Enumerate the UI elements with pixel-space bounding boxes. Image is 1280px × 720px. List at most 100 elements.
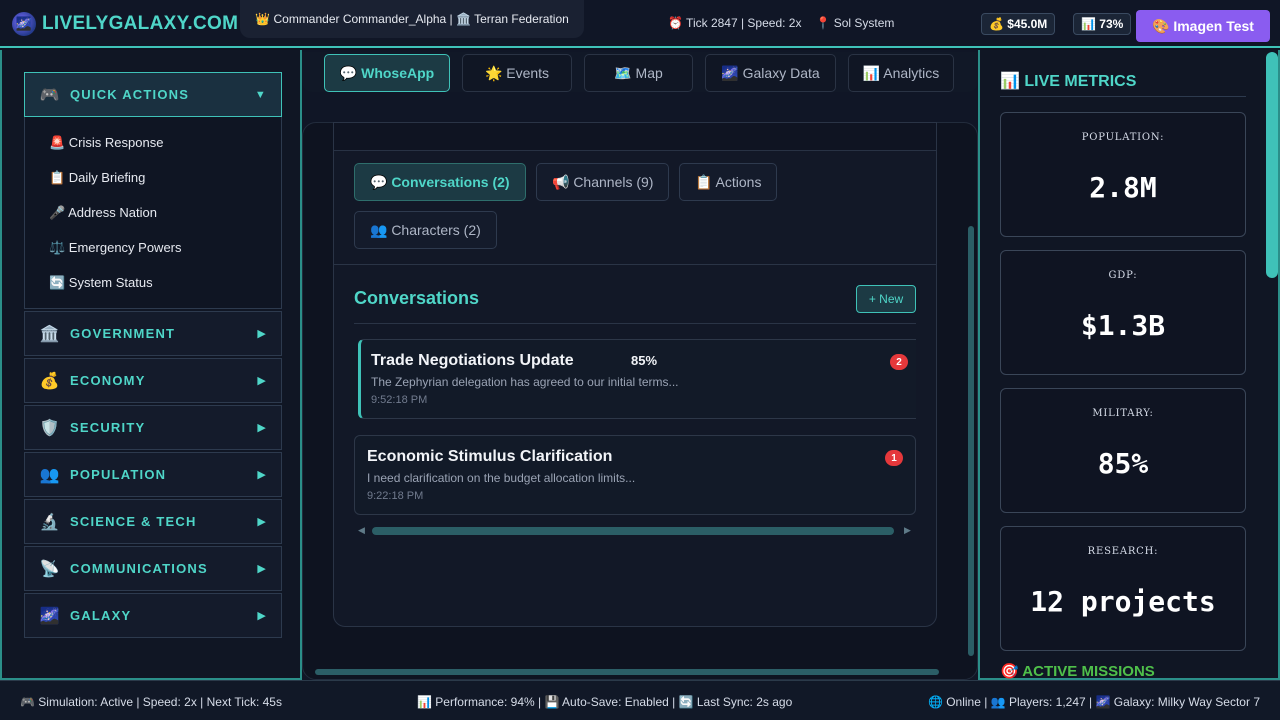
tab-channels[interactable]: 📢 Channels (9) xyxy=(536,163,670,201)
sidebar-section-security[interactable]: 🛡️ SECURITY ▶ xyxy=(24,405,282,450)
sidebar-section-government[interactable]: 🏛️ GOVERNMENT ▶ xyxy=(24,311,282,356)
section-label: QUICK ACTIONS xyxy=(70,87,190,102)
conversation-preview: I need clarification on the budget alloc… xyxy=(367,471,636,485)
microscope-icon: 🔬 xyxy=(39,513,61,531)
quick-action-daily-briefing[interactable]: 📋 Daily Briefing xyxy=(49,170,145,186)
quick-actions-menu: 🚨 Crisis Response 📋 Daily Briefing 🎤 Add… xyxy=(24,117,282,309)
conversation-time: 9:22:18 PM xyxy=(367,490,424,502)
chevron-right-icon: ▶ xyxy=(257,328,267,340)
metric-value: 12 projects xyxy=(1030,585,1216,618)
conversations-heading: Conversations xyxy=(354,288,480,308)
whoseapp-window: 💬 Conversations (2) 📢 Channels (9) 📋 Act… xyxy=(333,122,937,627)
quick-action-crisis-response[interactable]: 🚨 Crisis Response xyxy=(49,135,163,151)
metric-value: $1.3B xyxy=(1080,309,1166,342)
metric-label: POPULATION: xyxy=(1081,132,1165,143)
metric-card-gdp: GDP: $1.3B xyxy=(1000,250,1246,375)
tab-map[interactable]: 🗺️ Map xyxy=(584,54,693,92)
sidebar-section-population[interactable]: 👥 POPULATION ▶ xyxy=(24,452,282,497)
nav-tabs: 💬 WhoseApp 🌟 Events 🗺️ Map 🌌 Galaxy Data… xyxy=(302,52,978,92)
metric-label: GDP: xyxy=(1108,270,1138,281)
galaxy-logo-icon: 🌌 xyxy=(12,12,36,36)
government-icon: 🏛️ xyxy=(39,325,61,343)
main-content: 💬 WhoseApp 🌟 Events 🗺️ Map 🌌 Galaxy Data… xyxy=(302,50,978,680)
conversation-overlay-percent: 85% xyxy=(631,353,658,368)
performance-chip: 📊 73% xyxy=(1073,13,1132,35)
sidebar-section-science-tech[interactable]: 🔬 SCIENCE & TECH ▶ xyxy=(24,499,282,544)
sidebar-section-quick-actions[interactable]: 🎮 QUICK ACTIONS ▼ xyxy=(24,72,282,117)
gamepad-icon: 🎮 xyxy=(39,86,61,104)
commander-info: 👑 Commander Commander_Alpha | 🏛️ Terran … xyxy=(240,0,584,38)
vertical-scrollbar[interactable] xyxy=(968,226,974,656)
tick-label: ⏰ Tick 2847 | Speed: 2x xyxy=(668,16,802,30)
metrics-scrollbar[interactable] xyxy=(1266,52,1278,278)
section-label: ECONOMY xyxy=(70,373,146,388)
metric-value: 85% xyxy=(1097,447,1149,480)
chevron-right-icon: ▶ xyxy=(257,422,267,434)
conversation-title: Economic Stimulus Clarification xyxy=(367,448,613,465)
sidebar: 🎮 QUICK ACTIONS ▼ 🚨 Crisis Response 📋 Da… xyxy=(0,50,302,680)
tick-info: ⏰ Tick 2847 | Speed: 2x 📍 Sol System xyxy=(668,16,894,30)
galaxy-icon: 🌌 xyxy=(39,607,61,625)
logo[interactable]: 🌌 LIVELYGALAXY.COM xyxy=(12,10,238,38)
location-label: 📍 Sol System xyxy=(815,16,895,30)
scroll-left-icon[interactable]: ◀ xyxy=(358,525,365,536)
metric-label: RESEARCH: xyxy=(1087,546,1159,557)
metric-card-research: RESEARCH: 12 projects xyxy=(1000,526,1246,651)
tab-galaxy-data[interactable]: 🌌 Galaxy Data xyxy=(705,54,836,92)
money-chip: 💰 $45.0M xyxy=(981,13,1056,35)
conversation-item[interactable]: Economic Stimulus Clarification 1 I need… xyxy=(354,435,916,515)
window-header-strip xyxy=(334,123,936,151)
tab-whoseapp[interactable]: 💬 WhoseApp xyxy=(324,54,450,92)
simulation-status: 🎮 Simulation: Active | Speed: 2x | Next … xyxy=(20,695,282,709)
section-label: GOVERNMENT xyxy=(70,326,176,341)
metric-card-population: POPULATION: 2.8M xyxy=(1000,112,1246,237)
logo-text: LIVELYGALAXY.COM xyxy=(42,13,239,34)
new-conversation-button[interactable]: + New xyxy=(856,285,916,313)
scroll-right-icon[interactable]: ▶ xyxy=(904,525,911,536)
conversation-item[interactable]: Trade Negotiations Update 85% 2 The Zeph… xyxy=(358,339,916,419)
quick-action-address-nation[interactable]: 🎤 Address Nation xyxy=(49,205,157,221)
money-bag-icon: 💰 xyxy=(39,372,61,390)
people-icon: 👥 xyxy=(39,466,61,484)
satellite-icon: 📡 xyxy=(39,560,61,578)
status-bar: 🎮 Simulation: Active | Speed: 2x | Next … xyxy=(0,680,1280,720)
tab-actions[interactable]: 📋 Actions xyxy=(679,163,778,201)
chevron-right-icon: ▶ xyxy=(257,563,267,575)
section-label: COMMUNICATIONS xyxy=(70,561,208,576)
imagen-test-button[interactable]: 🎨 Imagen Test xyxy=(1136,10,1270,42)
quick-action-emergency-powers[interactable]: ⚖️ Emergency Powers xyxy=(49,240,182,256)
sidebar-section-galaxy[interactable]: 🌌 GALAXY ▶ xyxy=(24,593,282,638)
chevron-right-icon: ▶ xyxy=(257,610,267,622)
shield-icon: 🛡️ xyxy=(39,419,61,437)
conversation-title: Trade Negotiations Update xyxy=(371,352,574,369)
divider xyxy=(354,323,916,324)
tab-characters[interactable]: 👥 Characters (2) xyxy=(354,211,497,249)
online-status: 🌐 Online | 👥 Players: 1,247 | 🌌 Galaxy: … xyxy=(927,695,1260,709)
metric-label: MILITARY: xyxy=(1092,408,1154,419)
top-bar: 🌌 LIVELYGALAXY.COM 👑 Commander Commander… xyxy=(0,0,1280,48)
tab-conversations[interactable]: 💬 Conversations (2) xyxy=(354,163,526,201)
metric-card-military: MILITARY: 85% xyxy=(1000,388,1246,513)
active-missions-title: 🎯 ACTIVE MISSIONS xyxy=(1000,663,1155,680)
tab-events[interactable]: 🌟 Events xyxy=(462,54,572,92)
tab-analytics[interactable]: 📊 Analytics xyxy=(848,54,954,92)
unread-badge: 1 xyxy=(885,450,903,466)
chevron-down-icon: ▼ xyxy=(254,88,267,101)
conversation-time: 9:52:18 PM xyxy=(371,394,428,406)
conversation-preview: The Zephyrian delegation has agreed to o… xyxy=(371,375,679,389)
quick-action-system-status[interactable]: 🔄 System Status xyxy=(49,275,153,291)
conversation-scrollbar[interactable] xyxy=(372,527,894,535)
section-label: GALAXY xyxy=(70,608,132,623)
horizontal-scrollbar[interactable] xyxy=(315,669,939,675)
section-label: SCIENCE & TECH xyxy=(70,514,197,529)
chevron-right-icon: ▶ xyxy=(257,516,267,528)
sidebar-section-economy[interactable]: 💰 ECONOMY ▶ xyxy=(24,358,282,403)
chevron-right-icon: ▶ xyxy=(257,375,267,387)
section-label: POPULATION xyxy=(70,467,167,482)
sidebar-section-communications[interactable]: 📡 COMMUNICATIONS ▶ xyxy=(24,546,282,591)
divider xyxy=(334,264,936,265)
metrics-panel: 📊 LIVE METRICS POPULATION: 2.8M GDP: $1.… xyxy=(978,50,1280,680)
performance-status: 📊 Performance: 94% | 💾 Auto-Save: Enable… xyxy=(417,695,793,709)
unread-badge: 2 xyxy=(890,354,908,370)
divider xyxy=(1000,96,1246,97)
